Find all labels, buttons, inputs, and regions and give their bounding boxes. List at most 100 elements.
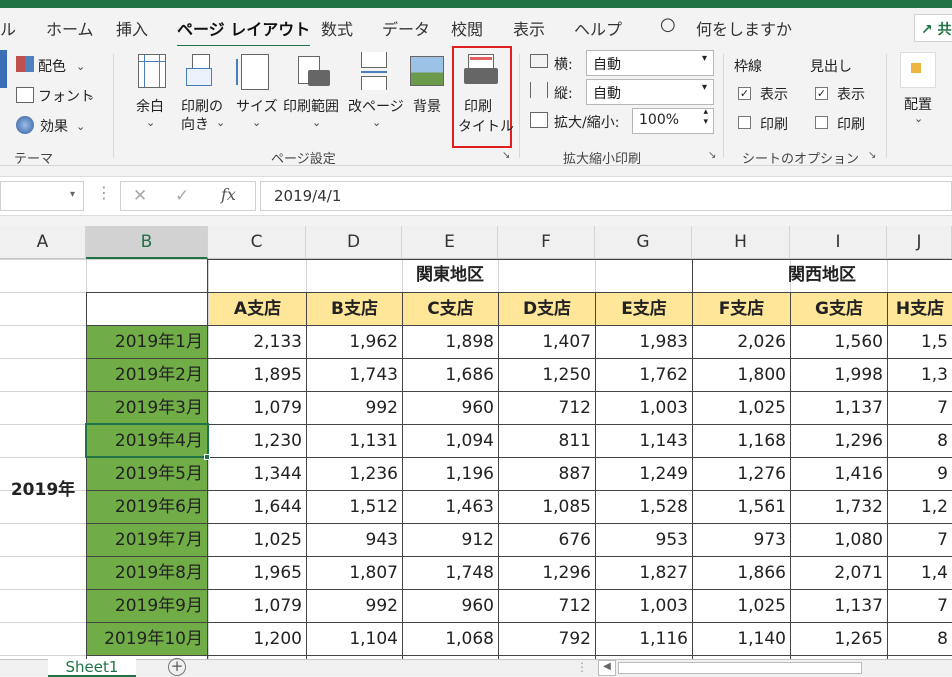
- horizontal-scrollbar[interactable]: [618, 662, 862, 674]
- data-cell[interactable]: 1,962: [307, 326, 402, 358]
- branch-header[interactable]: C支店: [403, 293, 498, 325]
- name-box[interactable]: ▾: [0, 181, 84, 211]
- month-cell[interactable]: 2019年10月: [87, 623, 207, 655]
- data-cell[interactable]: 1,998: [791, 359, 887, 391]
- data-cell[interactable]: 1,800: [693, 359, 790, 391]
- data-cell[interactable]: 1,230: [209, 425, 306, 457]
- data-cell[interactable]: 1,296: [791, 425, 887, 457]
- print-titles-button[interactable]: 印刷 タイトル: [452, 46, 514, 148]
- data-cell[interactable]: 8: [888, 425, 952, 457]
- share-button[interactable]: ↗ 共: [914, 14, 952, 42]
- branch-header[interactable]: D支店: [499, 293, 595, 325]
- scale-spinner[interactable]: 100% ▴ ▾: [632, 107, 714, 134]
- month-cell[interactable]: 2019年8月: [87, 557, 207, 589]
- gridlines-view-checkbox[interactable]: ✓: [738, 87, 751, 100]
- data-cell[interactable]: 887: [499, 458, 595, 490]
- month-cell[interactable]: 2019年9月: [87, 590, 207, 622]
- add-sheet-icon[interactable]: +: [168, 658, 186, 676]
- month-cell[interactable]: 2019年3月: [87, 392, 207, 424]
- data-cell[interactable]: 1,137: [791, 392, 887, 424]
- tab-data[interactable]: データ: [382, 16, 430, 40]
- dialog-launcher-icon[interactable]: ↘: [708, 150, 716, 161]
- data-cell[interactable]: 1,131: [307, 425, 402, 457]
- branch-header[interactable]: G支店: [791, 293, 887, 325]
- data-cell[interactable]: 1,732: [791, 491, 887, 523]
- data-cell[interactable]: 1,4: [888, 557, 952, 589]
- data-cell[interactable]: 953: [596, 524, 692, 556]
- effects-button[interactable]: 効果: [40, 116, 68, 136]
- data-cell[interactable]: 9: [888, 458, 952, 490]
- data-cell[interactable]: 1,094: [403, 425, 498, 457]
- data-cell[interactable]: 1,748: [403, 557, 498, 589]
- data-cell[interactable]: 1,898: [403, 326, 498, 358]
- branch-header[interactable]: B支店: [307, 293, 402, 325]
- data-cell[interactable]: 1,276: [693, 458, 790, 490]
- month-cell[interactable]: 2019年5月: [87, 458, 207, 490]
- branch-header[interactable]: F支店: [693, 293, 790, 325]
- column-header-f[interactable]: F: [498, 226, 595, 259]
- dialog-launcher-icon[interactable]: ↘: [502, 150, 510, 161]
- data-cell[interactable]: 1,249: [596, 458, 692, 490]
- month-cell[interactable]: 2019年1月: [87, 326, 207, 358]
- data-cell[interactable]: 811: [499, 425, 595, 457]
- data-cell[interactable]: 1,025: [693, 590, 790, 622]
- data-cell[interactable]: 676: [499, 524, 595, 556]
- fill-handle[interactable]: [204, 454, 210, 460]
- headings-view-checkbox[interactable]: ✓: [815, 87, 828, 100]
- tab-home[interactable]: ホーム: [46, 16, 94, 40]
- data-cell[interactable]: 792: [499, 623, 595, 655]
- height-dropdown[interactable]: 自動 ▾: [586, 79, 714, 105]
- branch-header[interactable]: H支店: [888, 293, 952, 325]
- splitter-dots-icon[interactable]: ⋮: [576, 660, 588, 674]
- data-cell[interactable]: 1,686: [403, 359, 498, 391]
- width-dropdown[interactable]: 自動 ▾: [586, 50, 714, 76]
- data-cell[interactable]: 1,743: [307, 359, 402, 391]
- data-cell[interactable]: 1,250: [499, 359, 595, 391]
- data-cell[interactable]: 1,143: [596, 425, 692, 457]
- tab-insert[interactable]: 挿入: [116, 16, 148, 40]
- data-cell[interactable]: 1,168: [693, 425, 790, 457]
- data-cell[interactable]: 7: [888, 392, 952, 424]
- data-cell[interactable]: 1,344: [209, 458, 306, 490]
- data-cell[interactable]: 1,762: [596, 359, 692, 391]
- month-cell[interactable]: 2019年2月: [87, 359, 207, 391]
- lightbulb-icon[interactable]: ○: [660, 14, 676, 35]
- column-header-j[interactable]: J: [887, 226, 952, 259]
- tell-me-search[interactable]: 何をしますか: [696, 16, 792, 40]
- tab-formulas[interactable]: 数式: [321, 16, 353, 40]
- data-cell[interactable]: 8: [888, 623, 952, 655]
- data-cell[interactable]: 1,965: [209, 557, 306, 589]
- data-cell[interactable]: 960: [403, 590, 498, 622]
- formula-input[interactable]: 2019/4/1: [260, 181, 952, 211]
- region-header-east[interactable]: 関東地区: [208, 259, 692, 292]
- data-cell[interactable]: 1,407: [499, 326, 595, 358]
- themes-button[interactable]: [0, 50, 7, 88]
- worksheet-grid[interactable]: 関東地区 関西地区 A支店 B支店 C支店 D支店 E支店 F支店 G支店 H支店 2019年 201…: [0, 259, 952, 659]
- data-cell[interactable]: 1,512: [307, 491, 402, 523]
- data-cell[interactable]: 7: [888, 524, 952, 556]
- gridlines-print-checkbox[interactable]: [738, 116, 751, 129]
- sheet-tab-sheet1[interactable]: Sheet1: [48, 659, 136, 677]
- data-cell[interactable]: 1,528: [596, 491, 692, 523]
- dialog-launcher-icon[interactable]: ↘: [868, 150, 876, 161]
- cancel-icon[interactable]: ✕: [133, 186, 147, 206]
- column-header-e[interactable]: E: [402, 226, 498, 259]
- column-header-d[interactable]: D: [306, 226, 402, 259]
- data-cell[interactable]: 973: [693, 524, 790, 556]
- data-cell[interactable]: 1,080: [791, 524, 887, 556]
- tab-page-layout[interactable]: ページ レイアウト: [177, 16, 311, 48]
- data-cell[interactable]: 2,071: [791, 557, 887, 589]
- month-cell[interactable]: 2019年6月: [87, 491, 207, 523]
- data-cell[interactable]: 1,895: [209, 359, 306, 391]
- headings-print-checkbox[interactable]: [815, 116, 828, 129]
- data-cell[interactable]: 912: [403, 524, 498, 556]
- data-cell[interactable]: 992: [307, 392, 402, 424]
- data-cell[interactable]: 1,561: [693, 491, 790, 523]
- data-cell[interactable]: 1,5: [888, 326, 952, 358]
- spinner-arrows-icon[interactable]: ▴ ▾: [703, 107, 708, 127]
- branch-header[interactable]: E支店: [596, 293, 692, 325]
- data-cell[interactable]: 7: [888, 590, 952, 622]
- data-cell[interactable]: 1,025: [693, 392, 790, 424]
- month-cell[interactable]: 2019年7月: [87, 524, 207, 556]
- data-cell[interactable]: 1,079: [209, 392, 306, 424]
